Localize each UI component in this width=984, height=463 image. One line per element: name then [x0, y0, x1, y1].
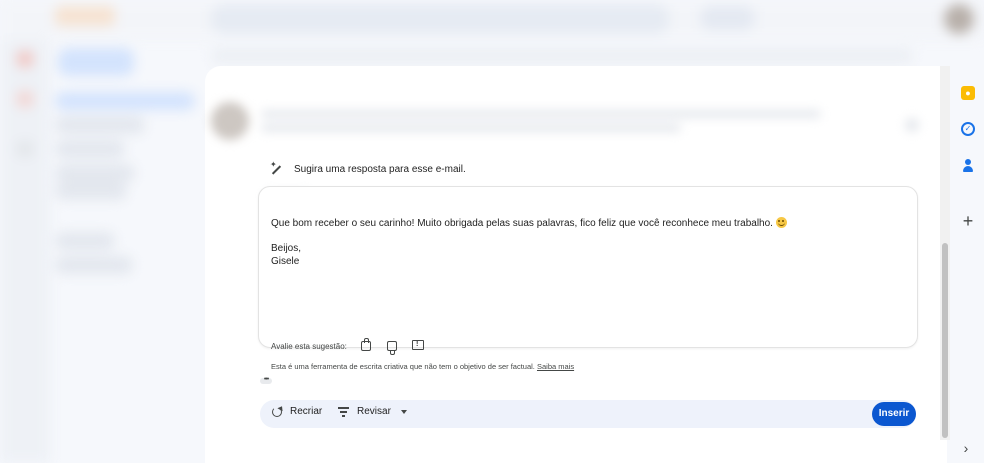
keep-icon[interactable]: ● — [961, 86, 975, 100]
suggestion-body: Que bom receber o seu carinho! Muito obr… — [271, 217, 787, 229]
magic-wand-icon: ✦ — [270, 160, 284, 176]
gmail-logo — [55, 6, 115, 26]
smile-emoji-icon — [775, 217, 787, 228]
thumbs-up-icon — [360, 338, 371, 351]
thumbs-up-button[interactable] — [359, 338, 373, 353]
revise-label: Revisar — [357, 406, 391, 417]
suggestion-box: Que bom receber o seu carinho! Muito obr… — [258, 186, 918, 371]
revise-button[interactable]: Revisar — [338, 406, 407, 417]
plus-icon[interactable]: + — [961, 212, 975, 230]
caret-down-icon — [400, 409, 407, 414]
nav-item — [55, 256, 133, 274]
recreate-button[interactable]: Recriar — [272, 406, 322, 417]
show-trimmed-button[interactable]: ••• — [260, 376, 272, 384]
chevron-right-icon[interactable]: › — [958, 440, 974, 456]
search-bar — [210, 4, 670, 34]
nav-item-inbox — [55, 92, 195, 110]
rating-label: Avalie esta sugestão: — [271, 341, 347, 351]
learn-more-link[interactable]: Saiba mais — [537, 362, 574, 371]
contacts-icon[interactable] — [961, 158, 975, 172]
account-avatar — [944, 4, 974, 34]
email-line — [261, 124, 681, 132]
disclaimer-text: Esta é uma ferramenta de escrita criativ… — [271, 362, 535, 371]
meet-icon — [16, 140, 34, 158]
sender-avatar — [211, 102, 249, 140]
scrollbar-thumb[interactable] — [942, 243, 948, 438]
toolbar — [212, 48, 912, 64]
suggestion-signature: Gisele — [271, 256, 300, 267]
status-pill — [700, 6, 755, 30]
disclaimer: Esta é uma ferramenta de escrita criativ… — [271, 362, 574, 371]
recreate-label: Recriar — [290, 406, 323, 417]
chat-icon — [16, 90, 34, 108]
nav-item — [55, 140, 125, 158]
thumbs-down-button[interactable] — [385, 339, 399, 355]
compose-button — [58, 48, 134, 76]
mail-icon — [16, 50, 34, 68]
suggest-prompt-row: ✦ Sugira uma resposta para esse e-mail. — [270, 160, 466, 176]
suggestion-text: Que bom receber o seu carinho! Muito obr… — [271, 218, 773, 229]
side-panel-rail: ● ✓ + — [950, 66, 984, 463]
nav-item — [55, 116, 145, 134]
nav-item — [55, 182, 127, 200]
suggest-prompt-text: Sugira uma resposta para esse e-mail. — [294, 163, 466, 175]
filter-icon — [338, 407, 349, 417]
insert-button[interactable]: Inserir — [872, 402, 916, 426]
more-icon — [905, 118, 919, 132]
thumbs-down-icon — [386, 341, 397, 355]
tasks-icon[interactable]: ✓ — [961, 122, 975, 136]
ai-reply-card: ✦ Sugira uma resposta para esse e-mail. … — [258, 150, 928, 440]
action-bar: Recriar Revisar Inserir — [260, 400, 916, 428]
nav-item — [55, 232, 115, 250]
refresh-icon — [272, 406, 282, 417]
email-line — [261, 110, 821, 118]
report-button[interactable] — [411, 339, 425, 353]
nav-item — [55, 164, 135, 182]
rating-row: Avalie esta sugestão: — [271, 338, 425, 355]
report-icon — [411, 339, 424, 350]
suggestion-closing: Beijos, — [271, 243, 302, 254]
